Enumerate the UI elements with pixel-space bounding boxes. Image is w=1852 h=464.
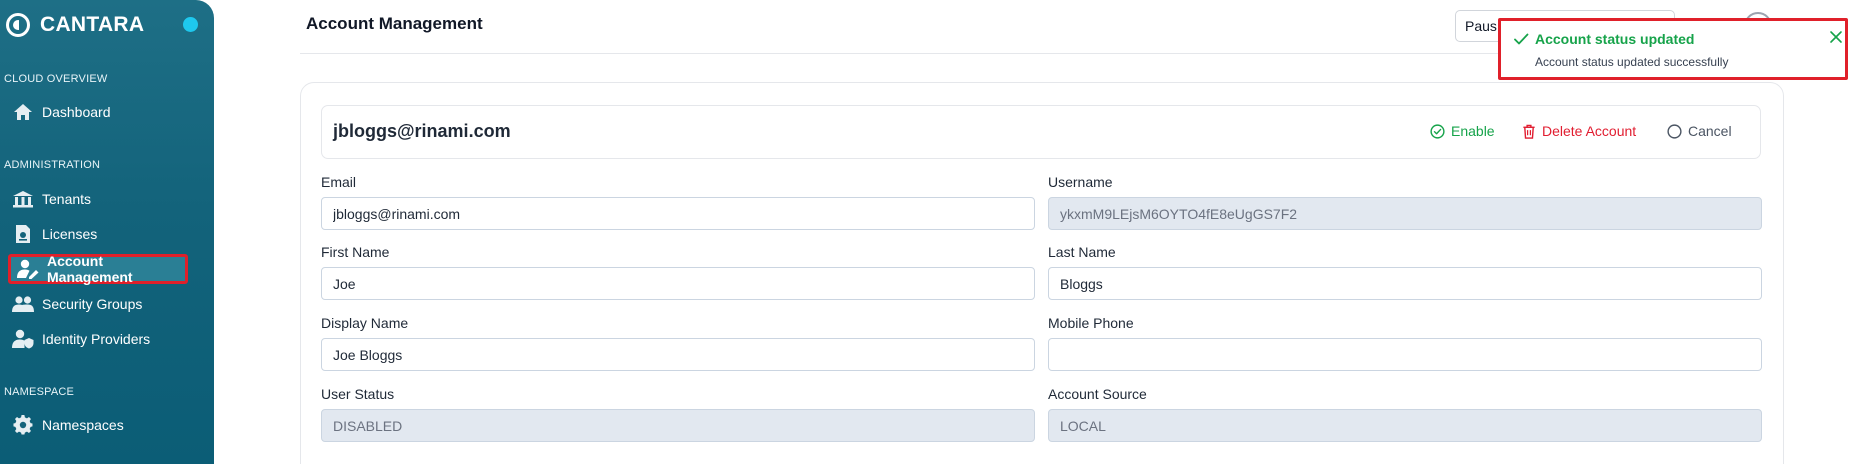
check-circle-icon [1430,123,1445,139]
display-name-field[interactable] [321,338,1035,371]
first-name-field[interactable] [321,267,1035,300]
page-title: Account Management [306,14,483,33]
sidebar: CANTARA CLOUD OVERVIEW Dashboard ADMINIS… [0,0,214,464]
user-edit-icon [17,258,39,280]
app: CANTARA CLOUD OVERVIEW Dashboard ADMINIS… [0,0,1852,464]
account-source-label: Account Source [1048,386,1147,402]
section-title-cloud-overview: CLOUD OVERVIEW [4,73,108,85]
trash-icon [1522,124,1536,139]
sidebar-item-label: Account Management [47,253,133,285]
sidebar-item-label: Tenants [42,191,92,207]
status-dot-icon [183,17,198,32]
section-title-namespace: NAMESPACE [4,386,75,398]
sidebar-item-account-management[interactable]: Account Management [8,253,188,285]
sidebar-item-dashboard[interactable]: Dashboard [12,98,111,126]
account-card-header: jbloggs@rinami.com Enable Delete Account… [321,105,1761,159]
mobile-phone-field[interactable] [1048,338,1762,371]
sidebar-item-tenants[interactable]: Tenants [12,185,91,213]
gear-icon [12,414,34,436]
sidebar-item-label: Dashboard [42,104,111,120]
enable-label: Enable [1451,123,1495,139]
user-status-field [321,409,1035,442]
last-name-field[interactable] [1048,267,1762,300]
circle-icon [1667,123,1682,139]
section-title-administration: ADMINISTRATION [4,159,101,171]
email-label: Email [321,174,357,190]
account-source-field [1048,409,1762,442]
delete-account-button[interactable]: Delete Account [1522,123,1636,139]
last-name-label: Last Name [1048,244,1116,260]
user-status-label: User Status [321,386,395,402]
sidebar-item-licenses[interactable]: Licenses [12,220,97,248]
sidebar-item-label: Licenses [42,226,98,242]
email-field[interactable] [321,197,1035,230]
username-field [1048,197,1762,230]
cantara-logo-icon [6,13,30,37]
display-name-label: Display Name [321,315,409,331]
sidebar-item-label: Identity Providers [42,331,151,347]
cancel-button[interactable]: Cancel [1667,123,1732,139]
first-name-label: First Name [321,244,390,260]
user-shield-icon [12,328,34,350]
sidebar-item-security-groups[interactable]: Security Groups [12,290,142,318]
sidebar-item-label: Namespaces [42,417,124,433]
sidebar-item-identity-providers[interactable]: Identity Providers [12,325,150,353]
toast-title: Account status updated [1535,31,1695,47]
users-icon [12,293,34,315]
username-label: Username [1048,174,1113,190]
building-icon [12,188,34,210]
toast-notification: Account status updated Account status up… [1498,18,1848,80]
sidebar-item-label: Security Groups [42,296,143,312]
brand-name: CANTARA [40,13,145,36]
home-icon [12,101,34,123]
account-title: jbloggs@rinami.com [333,121,511,141]
sidebar-item-namespaces[interactable]: Namespaces [12,411,124,439]
close-icon[interactable] [1827,28,1845,46]
cancel-label: Cancel [1688,123,1732,139]
brand[interactable]: CANTARA [6,10,144,40]
toast-message: Account status updated successfully [1535,55,1729,69]
license-icon [12,223,34,245]
enable-button[interactable]: Enable [1430,123,1495,139]
mobile-phone-label: Mobile Phone [1048,315,1134,331]
delete-account-label: Delete Account [1542,123,1637,139]
check-icon [1513,31,1529,52]
